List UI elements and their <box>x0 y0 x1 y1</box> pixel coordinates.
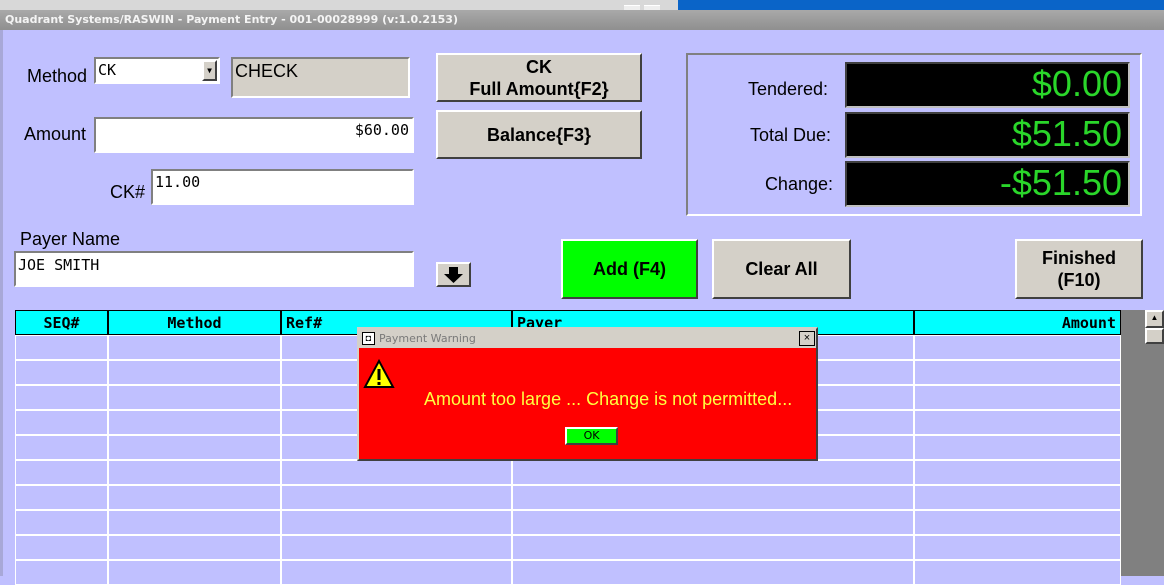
finished-button[interactable]: Finished (F10) <box>1015 239 1143 299</box>
full-amount-button[interactable]: CK Full Amount{F2} <box>436 53 642 102</box>
tendered-value: $0.00 <box>845 62 1130 108</box>
payer-name-label: Payer Name <box>20 229 121 249</box>
change-label: Change: <box>764 174 833 194</box>
grid-cell[interactable] <box>914 360 1121 385</box>
grid-cell[interactable] <box>914 535 1121 560</box>
finished-line2: (F10) <box>1057 270 1101 290</box>
grid-scrollbar[interactable] <box>1145 310 1164 576</box>
grid-cell[interactable] <box>512 485 914 510</box>
grid-cell[interactable] <box>108 485 281 510</box>
grid-cell[interactable] <box>281 535 512 560</box>
method-select[interactable]: CK ▼ <box>94 57 220 84</box>
total-due-value: $51.50 <box>845 112 1130 158</box>
amount-label: Amount <box>24 124 87 144</box>
grid-cell[interactable] <box>15 485 108 510</box>
grid-cell[interactable] <box>512 460 914 485</box>
grid-cell[interactable] <box>914 560 1121 585</box>
grid-cell[interactable] <box>108 435 281 460</box>
app-icon: ◘ <box>362 332 375 345</box>
dropdown-arrow-icon[interactable]: ▼ <box>202 60 217 81</box>
grid-cell[interactable] <box>108 510 281 535</box>
warning-icon <box>363 359 395 388</box>
ck-number-label: CK# <box>110 182 146 202</box>
grid-cell[interactable] <box>512 510 914 535</box>
clear-all-button[interactable]: Clear All <box>712 239 851 299</box>
grid-cell[interactable] <box>15 385 108 410</box>
balance-button[interactable]: Balance{F3} <box>436 110 642 159</box>
grid-cell[interactable] <box>15 360 108 385</box>
tendered-label: Tendered: <box>747 79 828 99</box>
grid-cell[interactable] <box>15 335 108 360</box>
grid-cell[interactable] <box>914 435 1121 460</box>
grid-cell[interactable] <box>108 335 281 360</box>
close-icon[interactable]: × <box>799 331 815 346</box>
window-title-bar: Quadrant Systems/RASWIN - Payment Entry … <box>0 10 1164 30</box>
add-button[interactable]: Add (F4) <box>561 239 698 299</box>
grid-cell[interactable] <box>512 535 914 560</box>
grid-cell[interactable] <box>281 560 512 585</box>
grid-cell[interactable] <box>108 560 281 585</box>
grid-cell[interactable] <box>15 410 108 435</box>
grid-cell[interactable] <box>914 385 1121 410</box>
payer-name-field[interactable]: JOE SMITH <box>14 251 414 287</box>
dialog-title-bar: Payment Warning <box>359 329 816 348</box>
total-due-label: Total Due: <box>749 125 831 145</box>
background-window-strip <box>678 0 1164 10</box>
grid-cell[interactable] <box>914 485 1121 510</box>
scroll-up-arrow-icon[interactable]: ▲ <box>1145 310 1164 328</box>
grid-cell[interactable] <box>15 535 108 560</box>
method-label: Method <box>27 66 88 86</box>
method-description: CHECK <box>231 57 410 98</box>
dialog-message: Amount too large ... Change is not permi… <box>424 389 793 409</box>
change-value: -$51.50 <box>845 161 1130 207</box>
scrollbar-thumb[interactable] <box>1145 328 1164 344</box>
dialog-title: Payment Warning <box>379 332 476 345</box>
grid-cell[interactable] <box>914 460 1121 485</box>
grid-cell[interactable] <box>108 360 281 385</box>
grid-cell[interactable] <box>914 410 1121 435</box>
grid-cell[interactable] <box>281 485 512 510</box>
arrow-down-icon <box>444 267 463 283</box>
grid-cell[interactable] <box>108 460 281 485</box>
column-header-method[interactable]: Method <box>108 310 281 335</box>
grid-cell[interactable] <box>281 460 512 485</box>
ck-number-field[interactable]: 11.00 <box>151 169 414 205</box>
grid-cell[interactable] <box>281 510 512 535</box>
grid-cell[interactable] <box>914 510 1121 535</box>
column-header-amount[interactable]: Amount <box>914 310 1121 335</box>
grid-cell[interactable] <box>15 435 108 460</box>
grid-cell[interactable] <box>108 385 281 410</box>
amount-field[interactable]: $60.00 <box>94 117 414 153</box>
grid-cell[interactable] <box>15 560 108 585</box>
payer-lookup-button[interactable] <box>436 262 471 287</box>
grid-cell[interactable] <box>512 560 914 585</box>
column-header-seq[interactable]: SEQ# <box>15 310 108 335</box>
full-amount-line2: Full Amount{F2} <box>469 78 609 99</box>
grid-right-gutter <box>1121 310 1145 576</box>
grid-cell[interactable] <box>15 510 108 535</box>
grid-cell[interactable] <box>15 460 108 485</box>
payment-warning-dialog: Payment Warning ◘ × Amount too large ...… <box>357 327 818 461</box>
full-amount-line1: CK <box>526 56 552 77</box>
finished-line1: Finished <box>1041 248 1116 268</box>
grid-cell[interactable] <box>108 410 281 435</box>
method-select-value: CK <box>98 61 117 79</box>
grid-cell[interactable] <box>108 535 281 560</box>
ok-button[interactable]: OK <box>565 427 618 445</box>
grid-cell[interactable] <box>914 335 1121 360</box>
